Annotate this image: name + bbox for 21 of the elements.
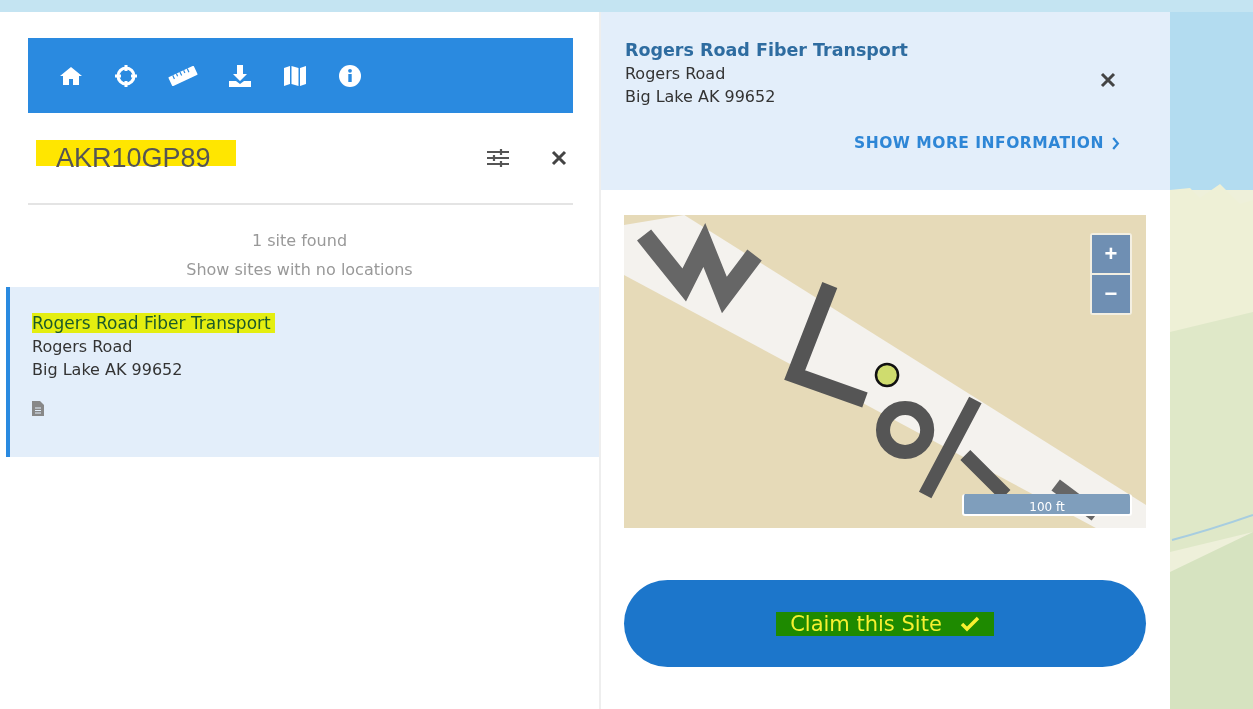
zoom-in-button[interactable]: + [1092,235,1130,273]
site-city: Big Lake AK 99652 [32,360,183,379]
site-city: Big Lake AK 99652 [624,87,776,106]
site-street: Rogers Road [32,337,133,356]
result-count: 1 site found [251,231,348,250]
download-icon[interactable] [228,63,252,88]
claim-site-button[interactable]: Claim this Site [623,580,1146,667]
site-street: Rogers Road [624,64,726,83]
check-icon [959,615,980,632]
crosshair-icon[interactable] [114,63,138,88]
chevron-icon [1112,136,1120,150]
result-item[interactable]: Rogers Road Fiber Transport Rogers Road Big Lake AK 99652 [6,287,599,457]
zoom-out-button[interactable]: − [1092,275,1130,313]
show-more-link[interactable]: SHOW MORE INFORMATION [854,134,1120,152]
no-location-link[interactable]: Show sites with no locations [186,260,413,279]
info-icon[interactable] [338,63,362,88]
map-icon[interactable] [282,63,308,88]
scale-bar: 100 ft [962,494,1132,516]
site-name: Rogers Road Fiber Transport [624,40,908,60]
site-name: Rogers Road Fiber Transport [32,313,275,333]
document-icon[interactable] [32,401,44,416]
